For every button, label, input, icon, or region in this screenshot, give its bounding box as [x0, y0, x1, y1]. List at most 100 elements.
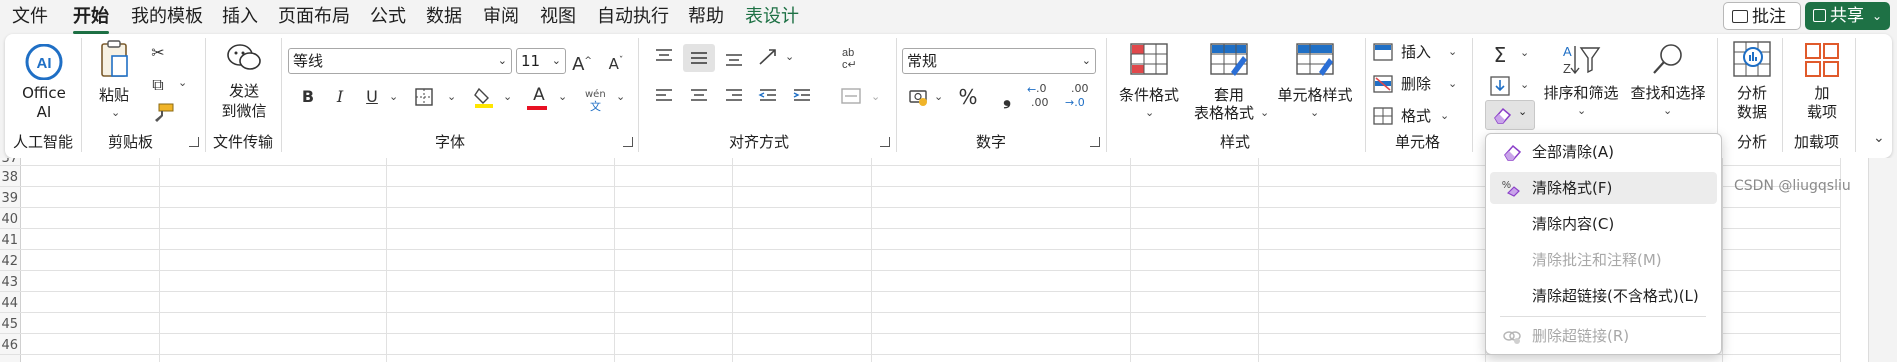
clear-button[interactable]: ⌄	[1485, 100, 1535, 130]
chevron-down-icon[interactable]: ⌄	[1520, 78, 1529, 91]
font-size-combo[interactable]: 11 ⌄	[516, 48, 566, 74]
autosum-icon[interactable]: Σ	[1487, 42, 1513, 68]
delete-cells-icon	[1373, 75, 1393, 93]
share-button[interactable]: 共享 ⌄	[1805, 2, 1890, 30]
row-number[interactable]: 40	[0, 212, 18, 227]
increase-indent-icon[interactable]	[792, 88, 812, 104]
row-number[interactable]: 42	[0, 254, 18, 269]
currency-icon[interactable]	[908, 88, 930, 106]
tab-my-templates[interactable]: 我的模板	[131, 6, 203, 28]
wrap-text-icon[interactable]: abc↵	[841, 46, 863, 70]
row-number[interactable]: 45	[0, 317, 18, 332]
clipboard-launcher-icon[interactable]	[189, 137, 199, 147]
chevron-down-icon[interactable]: ⌄	[389, 90, 398, 103]
tab-file[interactable]: 文件	[12, 6, 48, 28]
chevron-down-icon[interactable]: ⌄	[558, 90, 567, 103]
shrink-font-button[interactable]: Aˇ	[603, 48, 629, 74]
tab-view[interactable]: 视图	[540, 6, 576, 28]
font-color-button[interactable]: A	[526, 82, 552, 108]
find-select-label: 查找和选择	[1630, 84, 1706, 102]
alignment-launcher-icon[interactable]	[880, 137, 890, 147]
menu-item-clear-all[interactable]: 全部清除(A)	[1490, 136, 1717, 168]
chevron-down-icon[interactable]: ⌄	[447, 90, 456, 103]
grow-font-button[interactable]: A^	[569, 48, 595, 75]
align-middle-button[interactable]	[683, 44, 715, 72]
chevron-down-icon[interactable]: ⌄	[1520, 46, 1529, 59]
chevron-down-icon[interactable]: ⌄	[785, 50, 794, 63]
font-launcher-icon[interactable]	[623, 137, 633, 147]
tab-review[interactable]: 审阅	[483, 6, 519, 28]
conditional-formatting-label: 条件格式	[1118, 86, 1179, 104]
chevron-down-icon[interactable]: ⌄	[616, 90, 625, 103]
percent-style-button[interactable]: %	[955, 84, 981, 110]
tab-formulas[interactable]: 公式	[370, 6, 406, 28]
chevron-down-icon: ⌄	[1081, 54, 1091, 67]
decrease-decimal-button[interactable]: .00 →.0	[1065, 82, 1097, 112]
increase-decimal-button[interactable]: .0 .00 ←	[1027, 82, 1055, 112]
underline-button[interactable]: U	[359, 84, 385, 110]
number-format-combo[interactable]: 常规 ⌄	[902, 48, 1096, 74]
chevron-down-icon: ⌄	[1310, 106, 1320, 119]
comments-label: 批注	[1752, 7, 1786, 27]
comments-button[interactable]: 批注	[1723, 2, 1801, 30]
row-number[interactable]: 43	[0, 275, 18, 290]
align-top-icon[interactable]	[654, 48, 674, 64]
phonetic-guide-icon[interactable]: 文	[590, 98, 601, 116]
vertical-scrollbar[interactable]	[1868, 158, 1897, 362]
fill-icon[interactable]	[1490, 76, 1510, 96]
menu-item-clear-contents[interactable]: 清除内容(C)	[1490, 208, 1717, 240]
row-number[interactable]: 41	[0, 233, 18, 248]
italic-button[interactable]: I	[327, 84, 353, 110]
merge-center-icon[interactable]	[841, 88, 861, 104]
fill-color-icon[interactable]	[473, 86, 495, 108]
tab-page-layout[interactable]: 页面布局	[278, 6, 350, 28]
row-number[interactable]: 39	[0, 191, 18, 206]
chevron-down-icon: ⌄	[497, 54, 507, 67]
chevron-down-icon[interactable]: ⌄	[503, 90, 512, 103]
menu-item-clear-formats[interactable]: % 清除格式(F)	[1490, 172, 1717, 204]
align-center-icon[interactable]	[689, 88, 709, 104]
cell-styles-icon	[1296, 43, 1334, 76]
menu-item-label: 删除超链接(R)	[1532, 327, 1630, 345]
align-left-icon[interactable]	[654, 88, 674, 104]
sort-filter-icon: A Z	[1563, 44, 1601, 76]
cut-icon[interactable]: ✂	[145, 40, 171, 66]
tab-help[interactable]: 帮助	[688, 6, 724, 28]
eraser-icon	[1494, 107, 1512, 124]
align-bottom-icon[interactable]	[724, 52, 744, 68]
svg-text:Z: Z	[1563, 61, 1571, 76]
row-number[interactable]: 44	[0, 296, 18, 311]
row-number[interactable]: 46	[0, 338, 18, 353]
tab-automate[interactable]: 自动执行	[597, 6, 669, 28]
add-ins-icon	[1805, 43, 1839, 77]
align-right-icon[interactable]	[724, 88, 744, 104]
svg-text:c↵: c↵	[842, 59, 857, 70]
tab-data[interactable]: 数据	[426, 6, 462, 28]
menu-item-clear-hyperlinks[interactable]: 清除超链接(不含格式)(L)	[1490, 280, 1717, 312]
chevron-down-icon: ⌄	[1448, 77, 1458, 90]
ribbon-collapse-chevron-icon[interactable]: ⌄	[1873, 130, 1885, 146]
row-number[interactable]: 38	[0, 170, 18, 185]
number-launcher-icon[interactable]	[1090, 137, 1100, 147]
increase-decimal-bottom: .00	[1031, 96, 1049, 109]
office-ai-label: Office AI	[22, 84, 66, 121]
chevron-down-icon[interactable]: ⌄	[178, 76, 187, 89]
row-number[interactable]: 37	[0, 158, 18, 166]
comma-style-button[interactable]: ❟	[994, 84, 1020, 110]
decrease-indent-icon[interactable]	[758, 88, 778, 104]
wechat-icon	[227, 44, 261, 70]
format-painter-icon[interactable]	[151, 102, 175, 124]
orientation-icon[interactable]	[757, 46, 779, 68]
chevron-down-icon[interactable]: ⌄	[934, 90, 943, 103]
bold-button[interactable]: B	[295, 84, 321, 110]
tab-insert[interactable]: 插入	[222, 6, 258, 28]
chevron-down-icon[interactable]: ⌄	[871, 90, 880, 103]
font-name-combo[interactable]: 等线 ⌄	[288, 48, 512, 74]
group-label-addins: 加载项	[1794, 133, 1840, 151]
copy-icon[interactable]: ⧉	[145, 72, 171, 98]
tab-home[interactable]: 开始	[73, 6, 109, 34]
analyze-data-label-1: 分析	[1736, 84, 1767, 102]
grow-font-icon: A	[572, 54, 585, 75]
tab-table-design[interactable]: 表设计	[745, 6, 799, 28]
borders-icon[interactable]	[415, 88, 433, 106]
